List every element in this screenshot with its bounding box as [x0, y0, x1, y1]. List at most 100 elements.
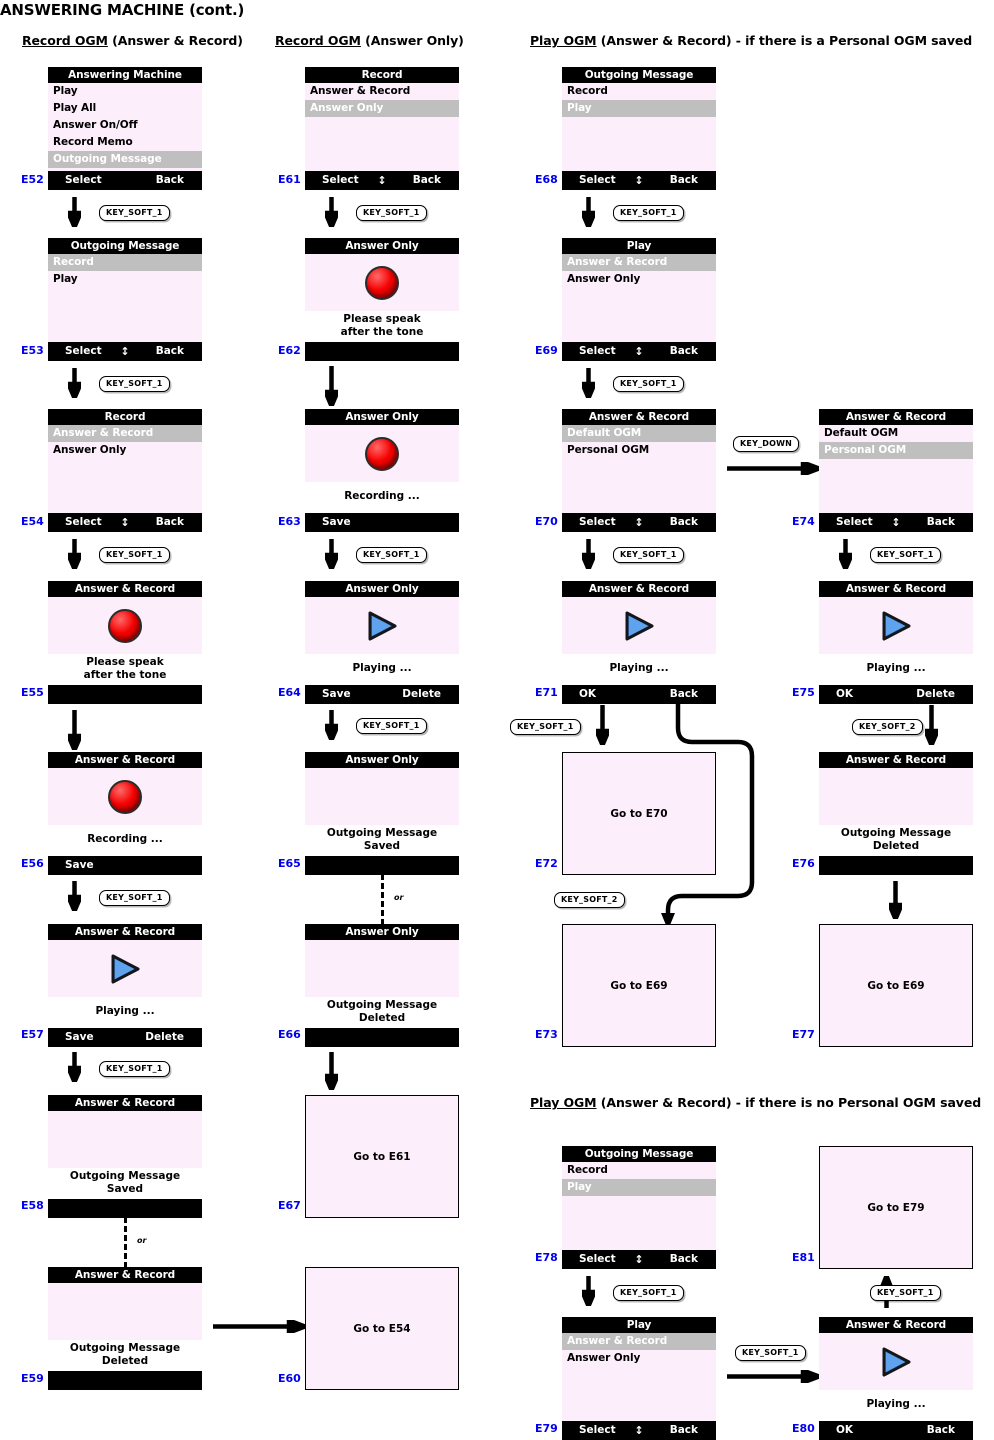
screen-id-E54: E54 [21, 515, 44, 528]
flow-arrow-down [325, 539, 338, 569]
goto-box-E73[interactable]: Go to E69 [562, 924, 716, 1047]
softkey-bar: Select ↕ Back [48, 513, 202, 532]
menu-item[interactable]: Default OGM [819, 425, 973, 442]
menu-item-selected[interactable]: Answer & Record [48, 425, 202, 442]
menu-item[interactable]: Answer Only [562, 1350, 716, 1367]
softkey-right[interactable]: Delete [145, 1028, 184, 1047]
menu-item[interactable]: Record [562, 83, 716, 100]
screen-message: Outgoing Message Saved [48, 1168, 202, 1199]
screen-title: Answer Only [305, 581, 459, 597]
screen-id-E73: E73 [535, 1028, 558, 1041]
flow-arrow-down [839, 539, 852, 569]
play-triangle-icon [368, 611, 397, 641]
screen-id-E68: E68 [535, 173, 558, 186]
record-dot-icon [108, 780, 142, 814]
softkey-left[interactable]: Save [322, 513, 351, 532]
softkey-right[interactable]: Back [670, 1250, 698, 1269]
softkey-right[interactable]: Back [670, 342, 698, 361]
screen-body: Recording ... [305, 425, 459, 513]
menu-item-selected[interactable]: Default OGM [562, 425, 716, 442]
menu-item[interactable]: Play [48, 83, 202, 100]
menu-item-selected[interactable]: Answer Only [305, 100, 459, 117]
screen-message: Outgoing Message Deleted [305, 997, 459, 1028]
screen-id-E76: E76 [792, 857, 815, 870]
goto-box-E77[interactable]: Go to E69 [819, 924, 973, 1047]
menu-item[interactable]: Personal OGM [562, 442, 716, 459]
softkey-left[interactable]: OK [836, 1421, 853, 1440]
menu-item[interactable]: Record Memo [48, 134, 202, 151]
screen-body: Please speak after the tone [305, 254, 459, 342]
phone-screen-E59: Answer & Record Outgoing Message Deleted [48, 1267, 202, 1390]
softkey-right[interactable]: Delete [916, 685, 955, 704]
icon-slot [48, 609, 202, 646]
menu-item-selected[interactable]: Record [48, 254, 202, 271]
softkey-left[interactable]: OK [579, 685, 596, 704]
softkey-bar [48, 685, 202, 704]
key-chip-key-soft-1: KEY_SOFT_1 [99, 890, 170, 906]
icon-slot [48, 954, 202, 987]
screen-id-E79: E79 [535, 1422, 558, 1435]
menu-item[interactable]: Answer On/Off [48, 117, 202, 134]
softkey-right[interactable]: Back [927, 1421, 955, 1440]
section-heading-underlined: Record OGM [22, 33, 108, 48]
screen-title: Answer & Record [48, 1267, 202, 1283]
softkey-right[interactable]: Back [670, 513, 698, 532]
flow-arrow-down [889, 881, 902, 919]
screen-body: Record Play [562, 83, 716, 171]
menu-item[interactable]: Answer Only [48, 442, 202, 459]
softkey-left[interactable]: Save [322, 685, 351, 704]
or-label: or [137, 1236, 147, 1245]
flow-arrow-down [68, 368, 81, 398]
softkey-right[interactable]: Back [156, 342, 184, 361]
icon-slot [305, 611, 459, 644]
softkey-right[interactable]: Back [156, 513, 184, 532]
flow-arrow-down [68, 197, 81, 227]
screen-message: Playing ... [48, 997, 202, 1028]
menu-item[interactable]: Record [562, 1162, 716, 1179]
softkey-right[interactable]: Back [413, 171, 441, 190]
screen-body: Answer & Record Answer Only [48, 425, 202, 513]
softkey-left[interactable]: OK [836, 685, 853, 704]
flow-arrow-down [582, 539, 595, 569]
record-dot-icon [108, 609, 142, 643]
softkey-bar: Select ↕ Back [562, 1421, 716, 1440]
softkey-right[interactable]: Back [927, 513, 955, 532]
softkey-bar: Save [48, 856, 202, 875]
softkey-right[interactable]: Delete [402, 685, 441, 704]
screen-id-E52: E52 [21, 173, 44, 186]
phone-screen-E68: Outgoing Message Record Play Select ↕ Ba… [562, 67, 716, 190]
flow-arrow-down [325, 710, 338, 740]
menu-item-selected[interactable]: Answer & Record [562, 1333, 716, 1350]
softkey-left[interactable]: Select [65, 171, 102, 190]
softkey-right[interactable]: Back [156, 171, 184, 190]
record-dot-icon [365, 266, 399, 300]
screen-id-E78: E78 [535, 1251, 558, 1264]
menu-item-selected[interactable]: Outgoing Message [48, 151, 202, 168]
goto-box-E81[interactable]: Go to E79 [819, 1146, 973, 1269]
softkey-bar: OK Back [819, 1421, 973, 1440]
screen-message: Outgoing Message Deleted [819, 825, 973, 856]
softkey-right[interactable]: Back [670, 1421, 698, 1440]
screen-id-E65: E65 [278, 857, 301, 870]
play-triangle-icon [625, 611, 654, 641]
goto-box-E67[interactable]: Go to E61 [305, 1095, 459, 1218]
menu-item[interactable]: Answer & Record [305, 83, 459, 100]
menu-item-selected[interactable]: Answer & Record [562, 254, 716, 271]
softkey-left[interactable]: Save [65, 1028, 94, 1047]
key-chip-key-soft-1: KEY_SOFT_1 [510, 719, 581, 735]
goto-box-E72[interactable]: Go to E70 [562, 752, 716, 875]
menu-item[interactable]: Play All [48, 100, 202, 117]
menu-item[interactable]: Play [48, 271, 202, 288]
softkey-right[interactable]: Back [670, 171, 698, 190]
goto-label: Go to E70 [610, 807, 668, 820]
menu-item-selected[interactable]: Play [562, 100, 716, 117]
flow-arrow-down [582, 1276, 595, 1306]
menu-item-selected[interactable]: Play [562, 1179, 716, 1196]
softkey-left[interactable]: Save [65, 856, 94, 875]
screen-id-E67: E67 [278, 1199, 301, 1212]
menu-item-selected[interactable]: Personal OGM [819, 442, 973, 459]
goto-box-E60[interactable]: Go to E54 [305, 1267, 459, 1390]
phone-screen-E56: Answer & Record Recording ... Save [48, 752, 202, 875]
key-chip-key-soft-1: KEY_SOFT_1 [356, 547, 427, 563]
menu-item[interactable]: Answer Only [562, 271, 716, 288]
